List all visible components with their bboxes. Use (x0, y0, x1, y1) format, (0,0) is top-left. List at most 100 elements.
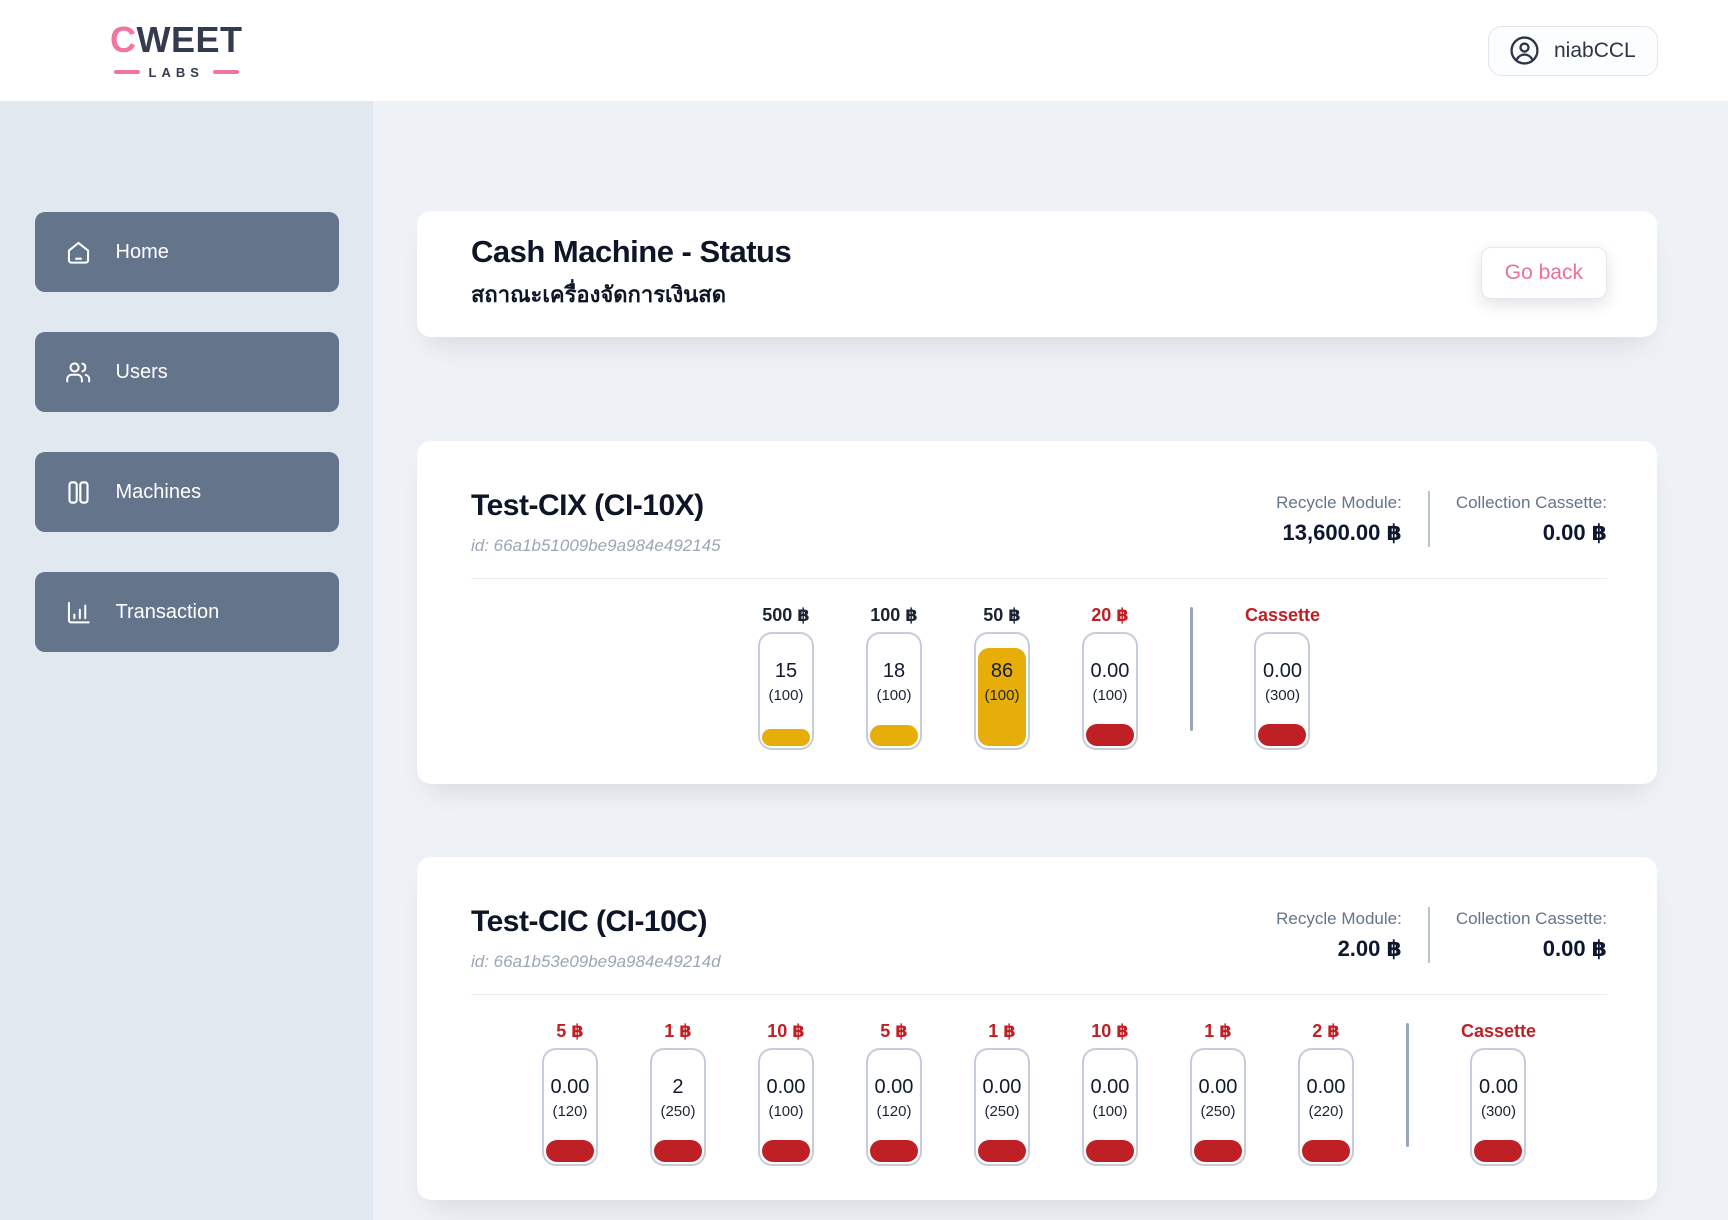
slot-tube: 0.00(250) (974, 1048, 1030, 1166)
slot-capacity: (300) (1265, 687, 1300, 704)
slot-note-count: 0.00 (1307, 1076, 1346, 1099)
denomination-slot: 10 ฿0.00(100) (758, 1021, 814, 1166)
slot-note-count: 18 (883, 660, 905, 683)
denomination-slot: 20 ฿ 0.00 (100) (1082, 605, 1138, 750)
sidebar-item-home[interactable]: Home (35, 212, 339, 292)
machine-name: Test-CIC (CI-10C) (471, 905, 721, 939)
slot-denomination-label: 1 ฿ (988, 1021, 1016, 1042)
slot-text: 15 (100) (760, 632, 812, 739)
slot-denomination-label: 500 ฿ (762, 605, 810, 626)
machine-id: id: 66a1b51009be9a984e492145 (471, 536, 721, 556)
denomination-slot: 100 ฿ 18 (100) (866, 605, 922, 750)
user-account-button[interactable]: niabCCL (1488, 26, 1658, 76)
slot-capacity: (100) (768, 1103, 803, 1120)
card-divider (471, 994, 1607, 995)
slot-tube: 0.00(300) (1470, 1048, 1526, 1166)
sidebar-item-machines[interactable]: Machines (35, 452, 339, 532)
slot-capacity: (100) (1092, 1103, 1127, 1120)
sidebar-item-label: Users (116, 361, 168, 384)
slot-text: 86 (100) (976, 632, 1028, 739)
totals-divider (1428, 491, 1430, 547)
machines-icon (65, 479, 92, 506)
cweet-labs-logo[interactable]: CWEET LABS (110, 22, 243, 80)
collection-cassette-value: 0.00 ฿ (1456, 520, 1607, 546)
slot-text: 0.00(120) (868, 1048, 920, 1155)
slot-note-count: 15 (775, 660, 797, 683)
sidebar-item-label: Home (116, 241, 169, 264)
machine-title-block: Test-CIX (CI-10X) id: 66a1b51009be9a984e… (471, 489, 721, 556)
slot-denomination-label: 50 ฿ (983, 605, 1021, 626)
machine-totals: Recycle Module: 2.00 ฿ Collection Casset… (1276, 907, 1607, 963)
slot-note-count: 0.00 (1091, 660, 1130, 683)
denomination-slot-row: 500 ฿ 15 (100) 100 ฿ 18 (100) 50 ฿ 86 (100) 20 ฿ 0… (471, 605, 1607, 750)
slot-capacity: (250) (984, 1103, 1019, 1120)
denomination-slot: 50 ฿ 86 (100) (974, 605, 1030, 750)
slot-tube: 0.00(120) (866, 1048, 922, 1166)
slot-tube: 86 (100) (974, 632, 1030, 750)
slot-tube: 0.00(100) (758, 1048, 814, 1166)
slot-tube: 0.00 (250) (1190, 1048, 1246, 1166)
slot-text: 0.00 (100) (1084, 632, 1136, 739)
slot-note-count: 0.00 (1199, 1076, 1238, 1099)
slot-tube: 15 (100) (758, 632, 814, 750)
slot-capacity: (220) (1308, 1103, 1343, 1120)
slot-denomination-label: 5 ฿ (880, 1021, 908, 1042)
logo-letter-c: C (110, 19, 137, 60)
slot-text: 0.00(120) (544, 1048, 596, 1155)
denomination-slot-row: 5 ฿0.00(120)1 ฿2(250)10 ฿0.00(100)5 ฿0.0… (471, 1021, 1607, 1166)
sidebar-item-transaction[interactable]: Transaction (35, 572, 339, 652)
slot-capacity: (300) (1481, 1103, 1516, 1120)
slot-capacity: (250) (660, 1103, 695, 1120)
logo-wordmark: CWEET (110, 22, 243, 58)
card-divider (471, 578, 1607, 579)
logo-letters-rest: WEET (137, 19, 243, 60)
logo-subtitle: LABS (114, 65, 239, 80)
slot-denomination-label: Cassette (1245, 605, 1320, 626)
slot-note-count: 0.00 (1091, 1076, 1130, 1099)
machine-title-block: Test-CIC (CI-10C) id: 66a1b53e09be9a984e… (471, 905, 721, 972)
slot-denomination-label: 1 ฿ (664, 1021, 692, 1042)
slot-capacity: (120) (552, 1103, 587, 1120)
recycle-module-total: Recycle Module: 13,600.00 ฿ (1276, 493, 1402, 546)
slot-denomination-label: 10 ฿ (1091, 1021, 1129, 1042)
page-title-block: Cash Machine - Status สถาณะเครื่องจัดการ… (471, 234, 791, 312)
slot-text: 0.00 (220) (1300, 1048, 1352, 1155)
user-name: niabCCL (1554, 39, 1636, 63)
sidebar-item-label: Transaction (116, 601, 220, 624)
machine-card-test-cic: Test-CIC (CI-10C) id: 66a1b53e09be9a984e… (417, 857, 1657, 1200)
slot-capacity: (250) (1200, 1103, 1235, 1120)
slot-capacity: (100) (984, 687, 1019, 704)
slot-group-divider (1190, 607, 1193, 731)
main-content: Cash Machine - Status สถาณะเครื่องจัดการ… (373, 101, 1728, 1220)
slot-note-count: 86 (991, 660, 1013, 683)
slot-tube: 0.00 (220) (1298, 1048, 1354, 1166)
slot-tube: 0.00 (100) (1082, 1048, 1138, 1166)
denomination-slot: 1 ฿ 0.00 (250) (1190, 1021, 1246, 1166)
slot-note-count: 0.00 (1263, 660, 1302, 683)
page-header-card: Cash Machine - Status สถาณะเครื่องจัดการ… (417, 211, 1657, 337)
slot-text: 0.00 (100) (1084, 1048, 1136, 1155)
slot-tube: 0.00 (300) (1254, 632, 1310, 750)
sidebar-item-label: Machines (116, 481, 202, 504)
recycle-module-label: Recycle Module: (1276, 909, 1402, 929)
sidebar-item-users[interactable]: Users (35, 332, 339, 412)
slot-text: 18 (100) (868, 632, 920, 739)
slot-denomination-label: 1 ฿ (1204, 1021, 1232, 1042)
app-header: CWEET LABS niabCCL (0, 0, 1728, 101)
collection-cassette-value: 0.00 ฿ (1456, 936, 1607, 962)
denomination-slot: 1 ฿ 2(250) (650, 1021, 706, 1166)
denomination-slot: 1 ฿ 0.00(250) (974, 1021, 1030, 1166)
slot-tube: 0.00(120) (542, 1048, 598, 1166)
machine-name: Test-CIX (CI-10X) (471, 489, 721, 523)
slot-capacity: (100) (876, 687, 911, 704)
slot-text: 0.00(100) (760, 1048, 812, 1155)
recycle-module-value: 2.00 ฿ (1276, 936, 1402, 962)
slot-capacity: (100) (768, 687, 803, 704)
recycle-module-label: Recycle Module: (1276, 493, 1402, 513)
slot-denomination-label: 100 ฿ (870, 605, 918, 626)
slot-text: 2(250) (652, 1048, 704, 1155)
go-back-button[interactable]: Go back (1481, 247, 1607, 299)
slot-group-divider (1406, 1023, 1409, 1147)
slot-capacity: (100) (1092, 687, 1127, 704)
slot-denomination-label: 20 ฿ (1091, 605, 1129, 626)
